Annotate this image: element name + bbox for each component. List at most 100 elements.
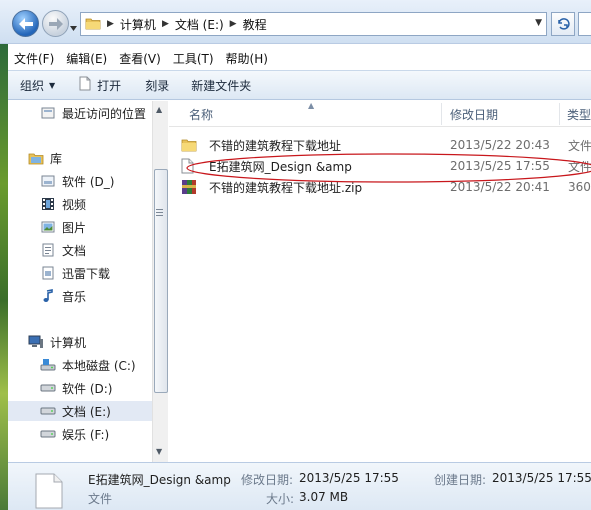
file-name: 不错的建筑教程下载地址.zip: [209, 180, 363, 195]
navigation-scrollbar[interactable]: ▲ ▼: [152, 101, 168, 462]
file-thumbnail-icon: [35, 473, 63, 510]
scrollbar-thumb[interactable]: [154, 169, 168, 393]
refresh-button[interactable]: [551, 12, 575, 36]
file-name: E拓建筑网_Design &amp: [209, 159, 352, 174]
drive-icon: [40, 380, 56, 396]
nav-item-computer[interactable]: 计算机: [8, 332, 153, 352]
file-date: 2013/5/25 17:55: [450, 159, 550, 173]
navigation-pane: 最近访问的位置 库 软件 (D_) 视频 图片 文档 迅雷下载 音乐 计算机 本…: [8, 101, 153, 462]
file-row[interactable]: 不错的建筑教程下载地址.zip 2013/5/22 20:41 360: [181, 177, 591, 197]
library-icon: [28, 150, 44, 166]
nav-item-lib-music[interactable]: 音乐: [8, 286, 153, 306]
breadcrumb-drive-e[interactable]: 文档 (E:): [175, 16, 224, 33]
nav-item-lib-xunlei[interactable]: 迅雷下载: [8, 263, 153, 283]
nav-item-label: 库: [50, 151, 63, 166]
desktop-background-strip: [0, 44, 8, 510]
explorer-window: ▶ 计算机 ▶ 文档 (E:) ▶ 教程 ▼ 文件(F) 编辑(E) 查看(V)…: [0, 0, 591, 510]
menu-file[interactable]: 文件(F): [8, 50, 60, 67]
column-type[interactable]: 类型: [567, 101, 591, 127]
new-folder-button[interactable]: 新建文件夹: [179, 71, 261, 99]
zip-archive-icon: [181, 179, 197, 195]
nav-item-library[interactable]: 库: [8, 148, 153, 168]
breadcrumb: ▶ 计算机 ▶ 文档 (E:) ▶ 教程: [101, 13, 267, 35]
nav-item-label: 文档: [62, 243, 87, 258]
nav-item-label: 文档 (E:): [62, 404, 111, 419]
scroll-down-icon[interactable]: ▼: [156, 447, 162, 456]
menu-edit[interactable]: 编辑(E): [60, 50, 113, 67]
recent-places-icon: [40, 105, 56, 121]
nav-item-recent[interactable]: 最近访问的位置: [8, 103, 153, 123]
forward-button[interactable]: [42, 10, 69, 37]
column-name-label: 名称: [189, 107, 214, 122]
drive-icon: [40, 426, 56, 442]
detail-size-value: 3.07 MB: [299, 490, 349, 504]
detail-created-value: 2013/5/25 17:55: [492, 471, 591, 485]
picture-icon: [40, 219, 56, 235]
nav-item-drive-d[interactable]: 软件 (D:): [8, 378, 153, 398]
breadcrumb-separator-icon[interactable]: ▶: [230, 19, 237, 29]
scroll-up-icon[interactable]: ▲: [156, 105, 162, 114]
breadcrumb-computer[interactable]: 计算机: [120, 16, 156, 33]
nav-item-lib-video[interactable]: 视频: [8, 194, 153, 214]
file-row[interactable]: 不错的建筑教程下载地址 2013/5/22 20:43 文件: [181, 135, 591, 155]
library-folder-icon: [40, 173, 56, 189]
detail-size-label: 大小:: [266, 492, 295, 506]
file-row[interactable]: E拓建筑网_Design &amp 2013/5/25 17:55 文件: [181, 156, 591, 176]
column-divider[interactable]: [559, 103, 560, 125]
detail-file-kind: 文件: [88, 492, 113, 506]
file-date: 2013/5/22 20:43: [450, 138, 550, 152]
chevron-down-icon: [70, 26, 77, 31]
file-name: 不错的建筑教程下载地址: [209, 138, 342, 153]
recent-pages-dropdown[interactable]: [70, 20, 77, 34]
folder-icon: [181, 137, 197, 153]
nav-item-lib-docs[interactable]: 文档: [8, 240, 153, 260]
detail-modified-value: 2013/5/25 17:55: [299, 471, 399, 485]
menu-help[interactable]: 帮助(H): [220, 50, 274, 67]
blank-file-icon: [181, 158, 197, 174]
file-type: 360: [568, 180, 591, 194]
menu-tools[interactable]: 工具(T): [167, 50, 220, 67]
search-input[interactable]: [578, 12, 591, 36]
file-type: 文件: [568, 159, 591, 174]
column-name[interactable]: 名称: [189, 101, 213, 127]
nav-item-lib-pictures[interactable]: 图片: [8, 217, 153, 237]
nav-item-label: 最近访问的位置: [62, 106, 147, 121]
column-modified[interactable]: 修改日期: [450, 101, 498, 127]
nav-item-label: 娱乐 (F:): [62, 427, 110, 442]
column-header: ▲ 名称 修改日期 类型: [169, 101, 591, 127]
back-button[interactable]: [12, 10, 39, 37]
breadcrumb-tutorial[interactable]: 教程: [243, 16, 267, 33]
burn-button[interactable]: 刻录: [131, 71, 179, 99]
address-bar[interactable]: ▶ 计算机 ▶ 文档 (E:) ▶ 教程 ▼: [80, 12, 547, 36]
nav-item-label: 本地磁盘 (C:): [62, 358, 136, 373]
refresh-icon: [558, 18, 570, 30]
menu-bar: 文件(F) 编辑(E) 查看(V) 工具(T) 帮助(H): [8, 47, 274, 69]
organize-button[interactable]: 组织 ▼: [8, 71, 65, 99]
column-divider[interactable]: [441, 103, 442, 125]
folder-icon: [85, 16, 101, 33]
chevron-down-icon: ▼: [49, 80, 56, 90]
navigation-bar: ▶ 计算机 ▶ 文档 (E:) ▶ 教程 ▼: [0, 0, 591, 44]
menu-view[interactable]: 查看(V): [113, 50, 167, 67]
nav-item-drive-c[interactable]: 本地磁盘 (C:): [8, 355, 153, 375]
details-pane: E拓建筑网_Design &amp 文件 修改日期: 2013/5/25 17:…: [8, 462, 591, 510]
open-label: 打开: [97, 78, 122, 93]
command-bar: 组织 ▼ 打开 刻录 新建文件夹: [8, 70, 591, 100]
breadcrumb-separator-icon[interactable]: ▶: [162, 19, 169, 29]
drive-icon: [40, 403, 56, 419]
chevron-down-icon[interactable]: ▼: [535, 18, 542, 28]
nav-item-label: 迅雷下载: [62, 266, 111, 281]
download-folder-icon: [40, 265, 56, 281]
document-icon: [79, 76, 91, 94]
open-button[interactable]: 打开: [65, 71, 131, 99]
detail-file-name: E拓建筑网_Design &amp: [88, 473, 231, 487]
nav-item-label: 视频: [62, 197, 87, 212]
file-date: 2013/5/22 20:41: [450, 180, 550, 194]
nav-item-lib-software[interactable]: 软件 (D_): [8, 171, 153, 191]
new-folder-label: 新建文件夹: [191, 78, 252, 93]
breadcrumb-separator-icon[interactable]: ▶: [107, 19, 114, 29]
video-icon: [40, 196, 56, 212]
nav-item-drive-f[interactable]: 娱乐 (F:): [8, 424, 153, 444]
nav-item-label: 软件 (D:): [62, 381, 113, 396]
nav-item-drive-e[interactable]: 文档 (E:): [8, 401, 153, 421]
